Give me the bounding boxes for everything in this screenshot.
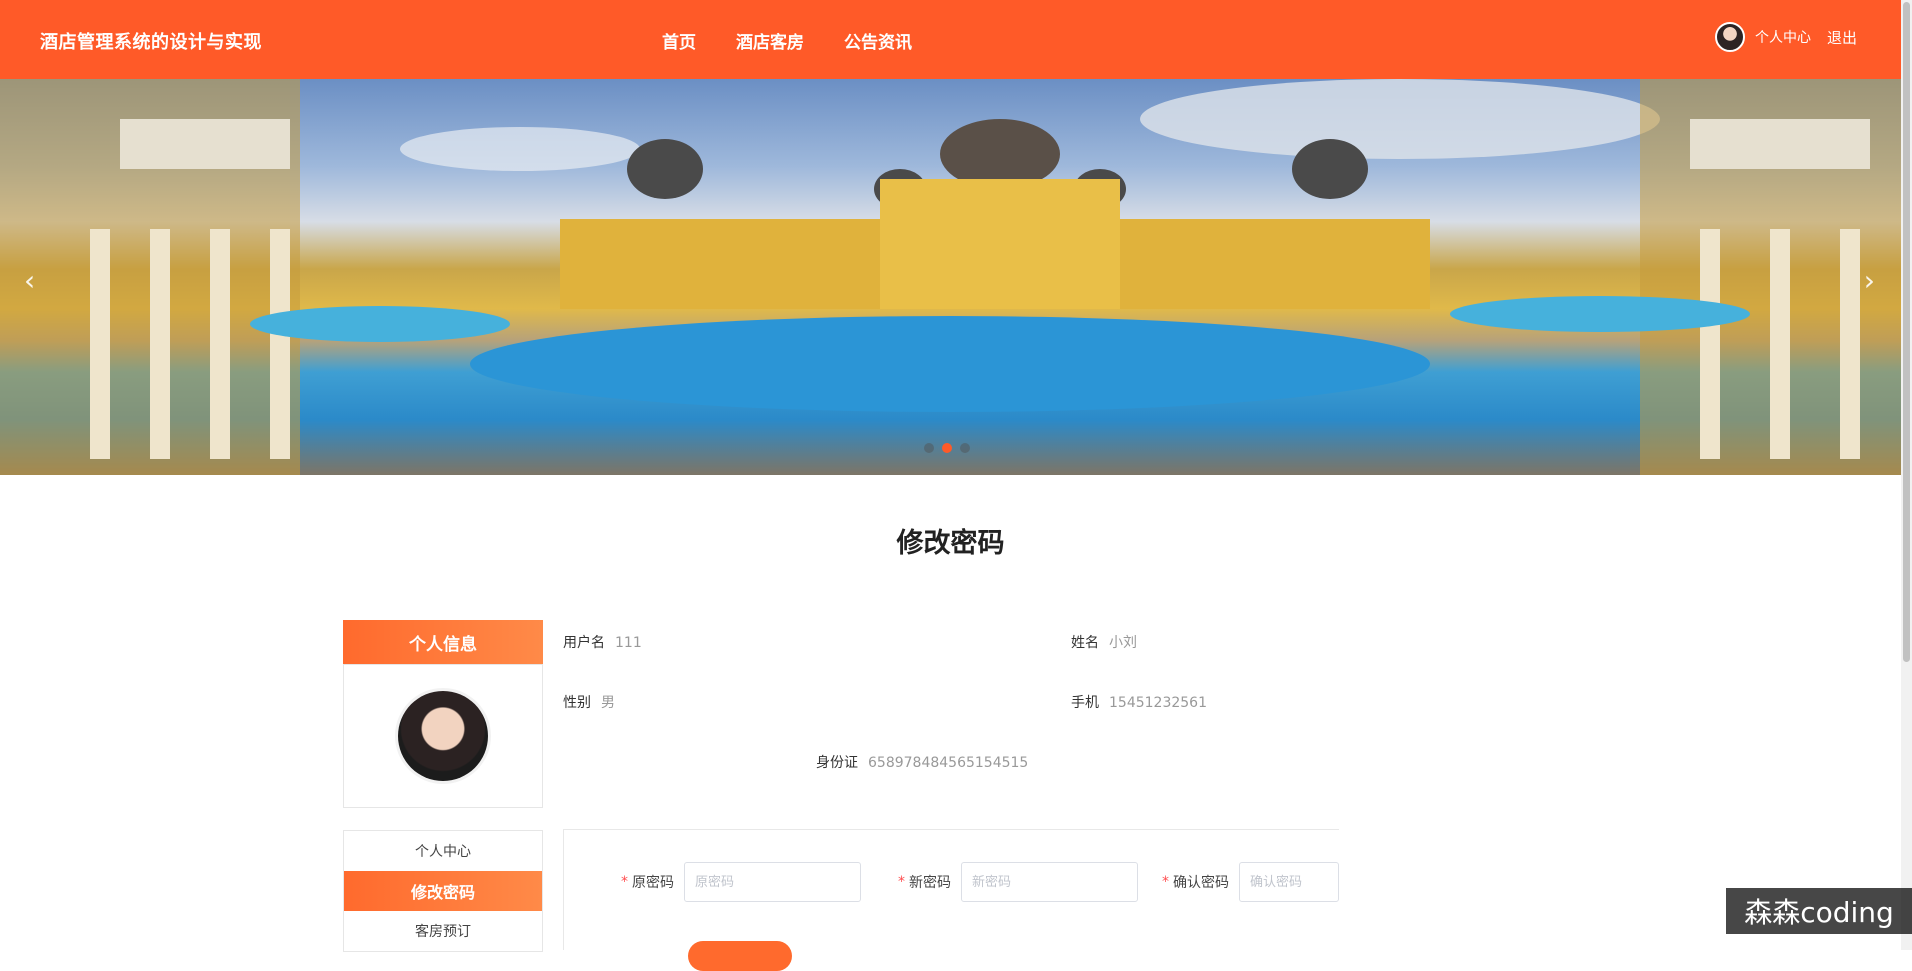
username-label: 用户名 [563, 635, 605, 651]
info-id-card: 身份证 658978484565154515 [816, 752, 1028, 772]
phone-value: 15451232561 [1109, 695, 1207, 711]
chevron-left-icon[interactable]: ‹ [24, 264, 35, 297]
gender-value: 男 [601, 695, 615, 711]
top-header: 酒店管理系统的设计与实现 首页 酒店客房 公告资讯 个人中心 退出 [0, 0, 1901, 79]
nav-news[interactable]: 公告资讯 [844, 28, 912, 53]
nav-home[interactable]: 首页 [662, 28, 696, 53]
info-username: 用户名 111 [563, 632, 642, 652]
new-password-input[interactable] [961, 862, 1138, 902]
banner-image [0, 79, 1901, 475]
watermark: 森森coding [1726, 888, 1912, 934]
info-phone: 手机 15451232561 [1071, 692, 1207, 712]
page-title: 修改密码 [0, 521, 1901, 560]
carousel-dot[interactable] [960, 443, 970, 453]
phone-label: 手机 [1071, 695, 1099, 711]
carousel-dot[interactable] [924, 443, 934, 453]
profile-card [343, 664, 543, 808]
user-center-link[interactable]: 个人中心 [1755, 27, 1811, 47]
submit-button[interactable] [688, 941, 792, 971]
sidebar-item-user-center[interactable]: 个人中心 [344, 831, 542, 871]
page-scrollbar[interactable] [1901, 0, 1912, 950]
sidebar-item-change-password[interactable]: 修改密码 [344, 871, 542, 911]
old-password-label: 原密码 [632, 872, 674, 892]
name-label: 姓名 [1071, 635, 1099, 651]
banner-carousel[interactable]: ‹ › [0, 79, 1901, 475]
new-password-field: * 新密码 [898, 862, 1138, 902]
site-brand[interactable]: 酒店管理系统的设计与实现 [40, 28, 262, 54]
new-password-label: 新密码 [909, 872, 951, 892]
info-name: 姓名小刘 [1071, 632, 1137, 652]
confirm-password-input[interactable] [1239, 862, 1339, 902]
name-value: 小刘 [1109, 635, 1137, 651]
id-label: 身份证 [816, 755, 858, 771]
user-area: 个人中心 退出 [1715, 22, 1857, 52]
id-value: 658978484565154515 [868, 755, 1028, 771]
confirm-password-label: 确认密码 [1173, 872, 1229, 892]
sidebar-menu: 个人中心 修改密码 客房预订 [343, 830, 543, 952]
old-password-input[interactable] [684, 862, 861, 902]
nav-rooms[interactable]: 酒店客房 [736, 28, 804, 53]
avatar[interactable] [1715, 22, 1745, 52]
chevron-right-icon[interactable]: › [1864, 264, 1875, 297]
profile-photo[interactable] [398, 691, 488, 781]
old-password-field: * 原密码 [621, 862, 861, 902]
carousel-dot-active[interactable] [942, 443, 952, 453]
info-gender: 性别男 [563, 692, 615, 712]
confirm-password-field: * 确认密码 [1162, 862, 1339, 902]
scrollbar-thumb[interactable] [1903, 2, 1910, 662]
carousel-dots [924, 443, 970, 453]
logout-link[interactable]: 退出 [1827, 27, 1857, 48]
main-nav: 首页 酒店客房 公告资讯 [662, 28, 912, 53]
username-value: 111 [615, 635, 642, 651]
sidebar-header: 个人信息 [343, 620, 543, 664]
gender-label: 性别 [563, 695, 591, 711]
sidebar-item-room-booking[interactable]: 客房预订 [344, 911, 542, 951]
